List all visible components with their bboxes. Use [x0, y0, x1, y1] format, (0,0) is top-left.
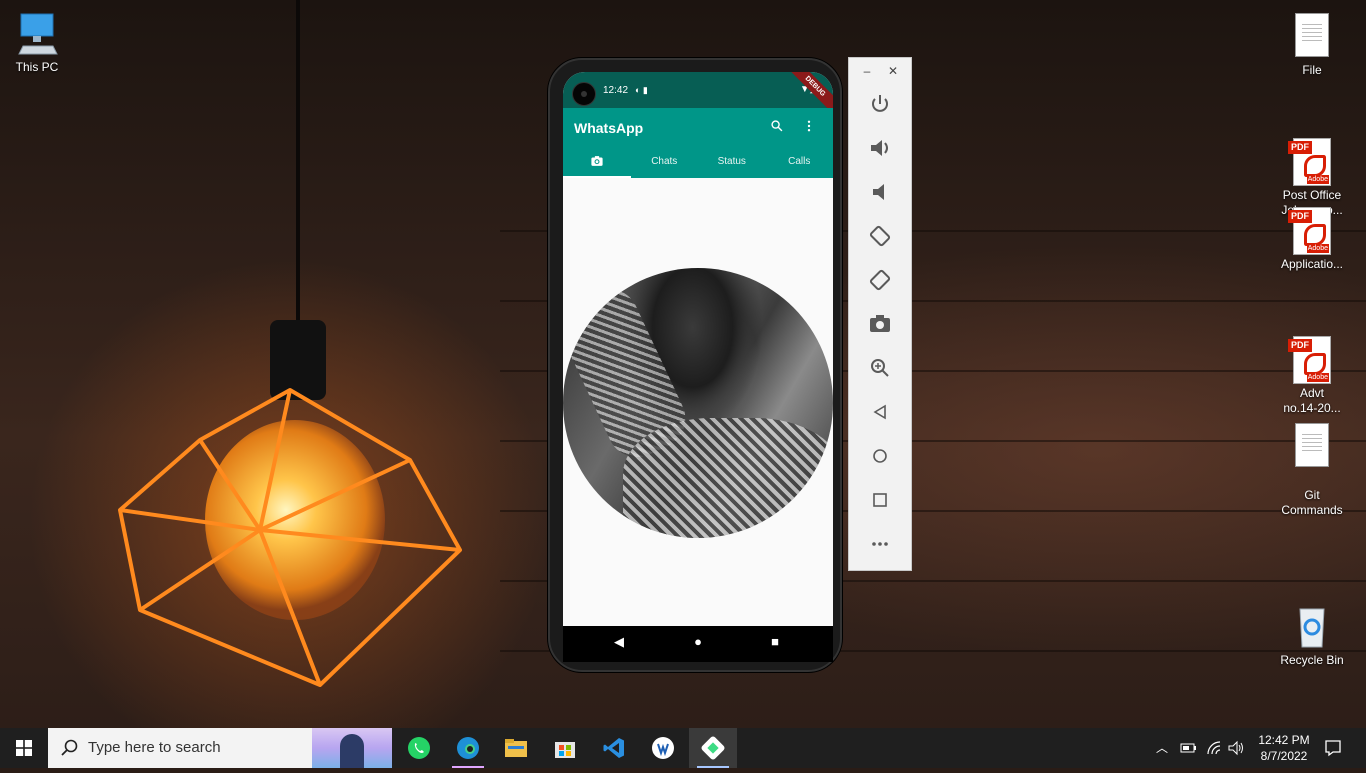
clock-date: 8/7/2022 [1260, 749, 1308, 763]
start-button[interactable] [0, 728, 48, 768]
taskbar-file-explorer[interactable] [492, 728, 540, 768]
zoom-icon[interactable] [866, 354, 894, 382]
taskbar-store[interactable] [541, 728, 589, 768]
emulator-toolbar: – ✕ [848, 57, 912, 571]
rotate-left-icon[interactable] [866, 222, 894, 250]
store-icon [555, 742, 575, 758]
phone-screen: 12:42 ◐ ▮ ▼◢▮ DEBUG WhatsApp Chats Statu… [563, 72, 833, 626]
tab-calls[interactable]: Calls [766, 148, 834, 178]
desktop-icon-recycle-bin[interactable]: Recycle Bin [1272, 603, 1352, 668]
tab-camera[interactable] [563, 148, 631, 178]
battery-icon[interactable] [1180, 741, 1198, 755]
vscode-icon [603, 738, 624, 758]
back-icon[interactable] [866, 398, 894, 426]
tab-bar: Chats Status Calls [563, 148, 833, 178]
taskbar-android-emulator[interactable] [689, 728, 737, 768]
more-icon[interactable] [866, 530, 894, 558]
clock-time: 12:42 PM [1258, 733, 1310, 747]
lamp-cage [110, 380, 470, 700]
show-hidden-icons-chevron-icon[interactable]: ︿ [1156, 739, 1168, 756]
wifi-icon[interactable] [1206, 740, 1222, 756]
notification-center-icon[interactable] [1324, 739, 1342, 757]
edge-icon [457, 737, 479, 759]
desktop-icon-label: Recycle Bin [1280, 653, 1344, 667]
search-icon[interactable] [765, 118, 789, 138]
desktop-icon-label: This PC [15, 60, 59, 74]
search-placeholder: Type here to search [88, 739, 221, 756]
status-time: 12:42 [603, 85, 629, 96]
volume-down-icon[interactable] [866, 178, 894, 206]
minimize-icon[interactable]: – [859, 64, 875, 78]
search-icon [61, 739, 78, 756]
phone-status-bar: 12:42 ◐ ▮ ▼◢▮ DEBUG [563, 72, 833, 120]
power-icon[interactable] [866, 90, 894, 118]
text-file-icon [1288, 13, 1336, 61]
close-icon[interactable]: ✕ [885, 64, 901, 78]
volume-up-icon[interactable] [866, 134, 894, 162]
more-options-icon[interactable] [797, 118, 821, 138]
desktop-icon-label: Applicatio... [1280, 257, 1344, 271]
desktop-icon-this-pc[interactable]: This PC [0, 10, 77, 75]
desktop-icon-file[interactable]: File [1272, 10, 1352, 78]
recycle-bin-icon [1288, 603, 1336, 651]
taskbar-clock[interactable]: 12:42 PM 8/7/2022 [1250, 732, 1318, 764]
overview-icon[interactable] [866, 486, 894, 514]
pdf-file-icon: PDF Adobe [1288, 207, 1336, 255]
whatsapp-icon [408, 737, 430, 759]
text-file-icon [1288, 423, 1336, 471]
emulator-phone-frame: 12:42 ◐ ▮ ▼◢▮ DEBUG WhatsApp Chats Statu… [548, 58, 842, 672]
search-highlight-art [312, 728, 392, 768]
desktop-icon-label: File [1302, 63, 1322, 77]
front-camera [572, 82, 596, 106]
tab-status[interactable]: Status [698, 148, 766, 178]
profile-photo [563, 268, 833, 538]
taskbar-edge[interactable] [444, 728, 492, 768]
desktop-icon-application[interactable]: PDF Adobe Applicatio... [1272, 207, 1352, 272]
photo-detail [623, 418, 833, 538]
taskbar-app[interactable] [639, 728, 687, 768]
pdf-file-icon: PDF Adobe [1288, 321, 1336, 384]
windows-icon [16, 740, 32, 756]
desktop-icon-git-commands[interactable]: Git Commands [1272, 405, 1352, 533]
app-icon [652, 737, 674, 759]
nav-home-icon[interactable]: ● [686, 634, 710, 649]
taskbar-vscode[interactable] [590, 728, 638, 768]
nav-back-icon[interactable]: ◀ [607, 634, 631, 650]
home-icon[interactable] [866, 442, 894, 470]
volume-icon[interactable] [1228, 740, 1246, 756]
android-emulator-icon [701, 736, 725, 760]
lamp-wire [296, 0, 300, 330]
desktop-icon-label: Git Commands [1281, 488, 1343, 517]
screenshot-icon[interactable] [866, 310, 894, 338]
tab-chats[interactable]: Chats [631, 148, 699, 178]
taskbar-whatsapp[interactable] [395, 728, 443, 768]
file-explorer-icon [505, 739, 527, 757]
app-bar: WhatsApp Chats Status Calls [563, 108, 833, 178]
nav-overview-icon[interactable]: ■ [763, 634, 787, 649]
app-title: WhatsApp [574, 120, 644, 136]
rotate-right-icon[interactable] [866, 266, 894, 294]
pdf-file-icon: PDF Adobe [1288, 123, 1336, 186]
taskbar-search[interactable]: Type here to search [48, 728, 392, 768]
camera-icon [590, 156, 604, 167]
notification-icons: ◐ ▮ [635, 85, 648, 95]
taskbar: Type here to search ︿ 12:42 PM 8/7/2022 [0, 728, 1366, 768]
this-pc-icon [13, 10, 61, 58]
android-nav-bar: ◀ ● ■ [563, 626, 833, 662]
